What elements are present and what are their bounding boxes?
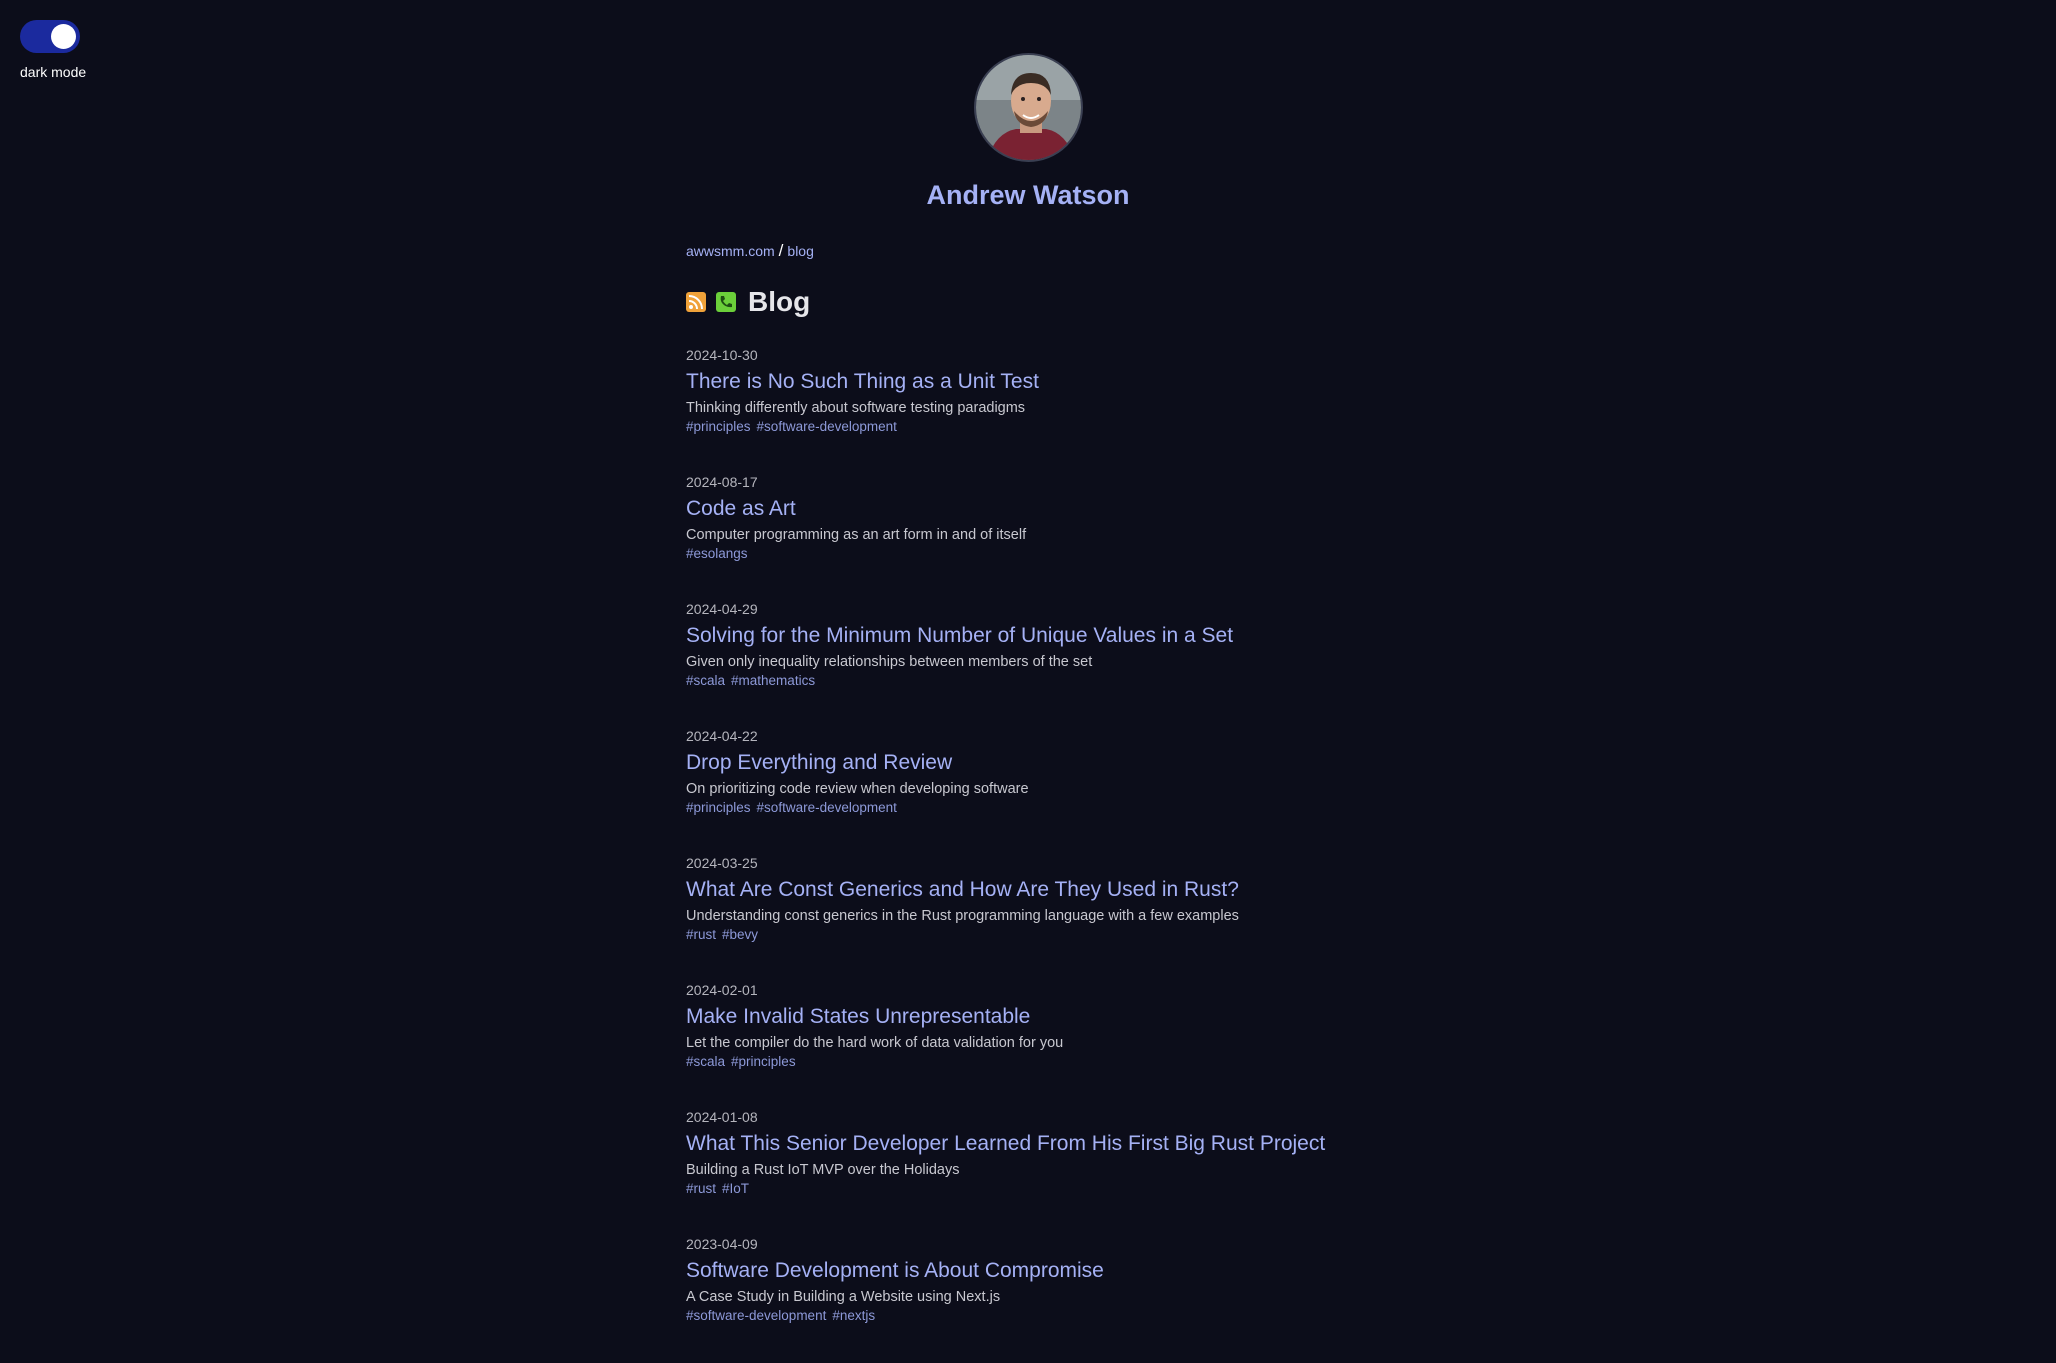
post-tags: #scala #principles: [686, 1054, 1386, 1069]
profile-name: Andrew Watson: [926, 180, 1130, 210]
post-title-link[interactable]: Drop Everything and Review: [686, 748, 1386, 778]
dark-mode-toggle[interactable]: [20, 20, 80, 53]
post-description: A Case Study in Building a Website using…: [686, 1289, 1001, 1305]
post-title-link[interactable]: What This Senior Developer Learned From …: [686, 1129, 1386, 1159]
blog-header: Blog: [686, 286, 810, 318]
list-item: 2024-10-30 There is No Such Thing as a U…: [686, 347, 1386, 474]
post-date: 2023-04-09: [686, 1236, 758, 1252]
post-list: 2024-10-30 There is No Such Thing as a U…: [686, 347, 1386, 1363]
post-date: 2024-01-08: [686, 1109, 758, 1125]
post-tags: #esolangs: [686, 546, 1386, 561]
post-description: Given only inequality relationships betw…: [686, 654, 1093, 670]
breadcrumb-home-link[interactable]: awwsmm.com: [686, 243, 775, 259]
tag-link[interactable]: #bevy: [722, 927, 758, 942]
tag-link[interactable]: #principles: [686, 800, 751, 815]
tag-link[interactable]: #mathematics: [731, 673, 815, 688]
post-description: Thinking differently about software test…: [686, 400, 1026, 416]
post-title-link[interactable]: Make Invalid States Unrepresentable: [686, 1002, 1386, 1032]
list-item: 2023-04-09 Software Development is About…: [686, 1236, 1386, 1363]
list-item: 2024-02-01 Make Invalid States Unreprese…: [686, 982, 1386, 1109]
post-title-link[interactable]: Software Development is About Compromise: [686, 1256, 1386, 1286]
post-date: 2024-04-22: [686, 728, 758, 744]
breadcrumb-current-link[interactable]: blog: [787, 243, 813, 259]
post-date: 2024-10-30: [686, 347, 758, 363]
section-title: Blog: [748, 286, 811, 317]
post-title-link[interactable]: Code as Art: [686, 494, 1386, 524]
list-item: 2024-04-29 Solving for the Minimum Numbe…: [686, 601, 1386, 728]
post-title-link[interactable]: What Are Const Generics and How Are They…: [686, 875, 1386, 905]
dark-mode-label: dark mode: [20, 64, 87, 80]
tag-link[interactable]: #software-development: [757, 419, 897, 434]
post-title-link[interactable]: There is No Such Thing as a Unit Test: [686, 367, 1386, 397]
breadcrumb: awwsmm.com / blog: [686, 241, 814, 261]
list-item: 2024-01-08 What This Senior Developer Le…: [686, 1109, 1386, 1236]
theme-toggle-container: dark mode: [20, 20, 120, 80]
tag-link[interactable]: #rust: [686, 1181, 716, 1196]
post-description: Understanding const generics in the Rust…: [686, 908, 1239, 924]
toggle-knob: [51, 24, 76, 49]
post-tags: #principles #software-development: [686, 419, 1386, 434]
tag-link[interactable]: #nextjs: [832, 1308, 875, 1323]
post-tags: #rust #IoT: [686, 1181, 1386, 1196]
post-tags: #principles #software-development: [686, 800, 1386, 815]
post-description: Building a Rust IoT MVP over the Holiday…: [686, 1162, 960, 1178]
rss-icon[interactable]: [686, 292, 706, 312]
post-tags: #scala #mathematics: [686, 673, 1386, 688]
list-item: 2024-04-22 Drop Everything and Review On…: [686, 728, 1386, 855]
tag-link[interactable]: #principles: [731, 1054, 796, 1069]
tag-link[interactable]: #principles: [686, 419, 751, 434]
tag-link[interactable]: #software-development: [757, 800, 897, 815]
post-date: 2024-04-29: [686, 601, 758, 617]
post-date: 2024-03-25: [686, 855, 758, 871]
tag-link[interactable]: #esolangs: [686, 546, 748, 561]
post-title-link[interactable]: Solving for the Minimum Number of Unique…: [686, 621, 1386, 651]
post-description: Computer programming as an art form in a…: [686, 527, 1027, 543]
post-date: 2024-02-01: [686, 982, 758, 998]
avatar: [974, 53, 1083, 162]
phone-icon[interactable]: [716, 292, 736, 312]
tag-link[interactable]: #scala: [686, 673, 725, 688]
post-date: 2024-08-17: [686, 474, 758, 490]
tag-link[interactable]: #rust: [686, 927, 716, 942]
post-tags: #rust #bevy: [686, 927, 1386, 942]
post-description: On prioritizing code review when develop…: [686, 781, 1029, 797]
breadcrumb-separator: /: [778, 241, 784, 260]
post-description: Let the compiler do the hard work of dat…: [686, 1035, 1064, 1051]
list-item: 2024-08-17 Code as Art Computer programm…: [686, 474, 1386, 601]
tag-link[interactable]: #IoT: [722, 1181, 749, 1196]
tag-link[interactable]: #software-development: [686, 1308, 826, 1323]
tag-link[interactable]: #scala: [686, 1054, 725, 1069]
list-item: 2024-03-25 What Are Const Generics and H…: [686, 855, 1386, 982]
profile-photo-icon: [976, 55, 1081, 160]
post-tags: #software-development #nextjs: [686, 1308, 1386, 1323]
